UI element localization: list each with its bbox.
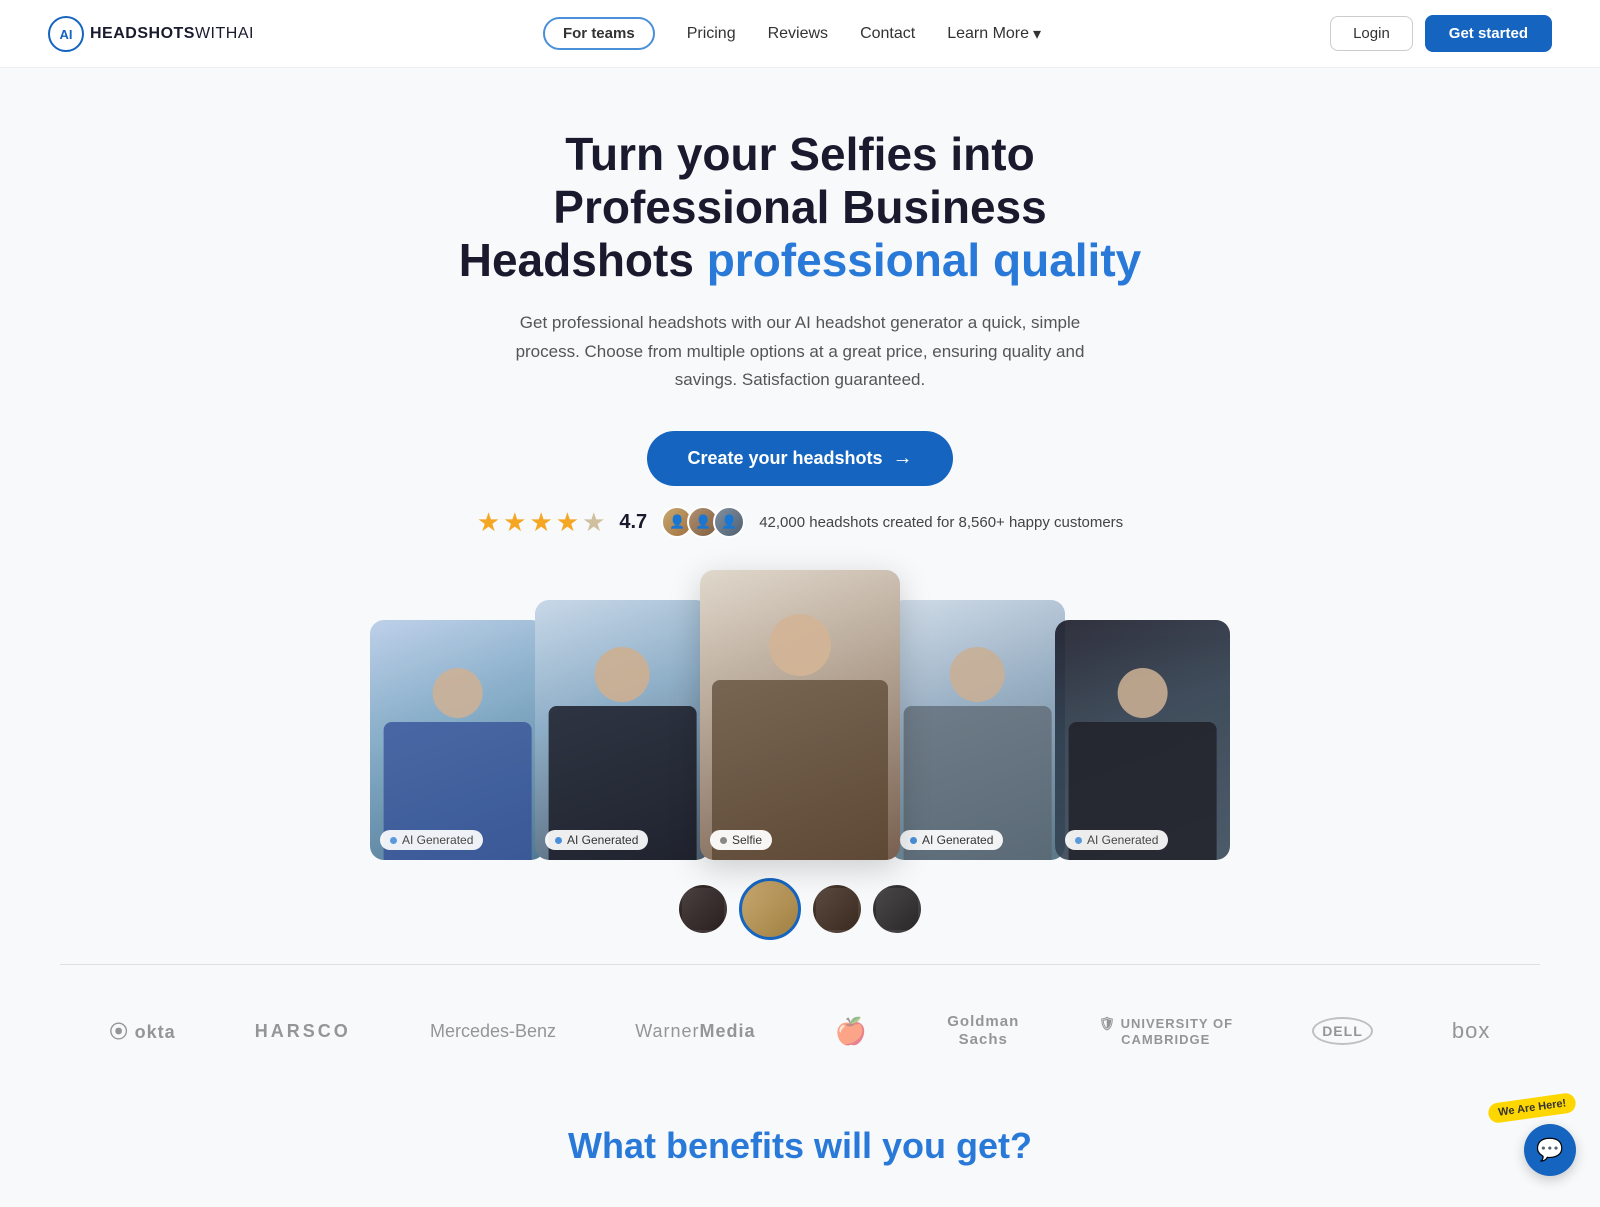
hero-title-line2: Headshots xyxy=(459,234,707,286)
brand-dell: DELL xyxy=(1312,1017,1373,1045)
avatar-3: 👤 xyxy=(713,506,745,538)
nav-contact[interactable]: Contact xyxy=(860,25,915,43)
create-headshots-button[interactable]: Create your headshots → xyxy=(647,431,952,486)
star-1: ★ xyxy=(477,507,500,538)
photo-label-1: AI Generated xyxy=(380,830,483,850)
photo-card-5: AI Generated xyxy=(1055,620,1230,860)
hero-subtitle: Get professional headshots with our AI h… xyxy=(510,309,1090,396)
brand-apple: 🍎 xyxy=(835,1016,868,1047)
photo-label-4: AI Generated xyxy=(900,830,1003,850)
photo-card-2: AI Generated xyxy=(535,600,710,860)
svg-text:AI: AI xyxy=(60,27,73,42)
thumb-4[interactable] xyxy=(873,885,921,933)
section-heading: What benefits will you get? xyxy=(0,1093,1600,1167)
chat-widget: We Are Here! 💬 xyxy=(1488,1098,1576,1176)
customer-avatars: 👤 👤 👤 xyxy=(661,506,745,538)
thumb-3[interactable] xyxy=(813,885,861,933)
bottom-section: What benefits will you get? xyxy=(0,1073,1600,1207)
photo-card-center: Selfie xyxy=(700,570,900,860)
selfie-dot xyxy=(720,837,727,844)
logo-headshots: HEADSHOTS xyxy=(90,25,195,42)
photo-label-5: AI Generated xyxy=(1065,830,1168,850)
brand-harsco: HARSCO xyxy=(255,1021,351,1042)
star-3: ★ xyxy=(529,507,552,538)
brand-warnermedia: WarnerMedia xyxy=(635,1021,755,1042)
hero-title-line1: Turn your Selfies into Professional Busi… xyxy=(553,128,1046,233)
rating-number: 4.7 xyxy=(619,511,647,534)
nav-pricing[interactable]: Pricing xyxy=(687,25,736,43)
photo-card-4: AI Generated xyxy=(890,600,1065,860)
chat-icon: 💬 xyxy=(1536,1137,1563,1163)
nav-links: For teams Pricing Reviews Contact Learn … xyxy=(543,17,1041,50)
brand-okta: ⦿ okta xyxy=(110,1018,176,1044)
brand-box: box xyxy=(1452,1018,1490,1044)
nav-reviews[interactable]: Reviews xyxy=(768,25,828,43)
cta-label: Create your headshots xyxy=(687,448,882,469)
navigation: AI HEADSHOTSWITHAI For teams Pricing Rev… xyxy=(0,0,1600,68)
thumb-2[interactable] xyxy=(739,878,801,940)
login-button[interactable]: Login xyxy=(1330,16,1413,51)
chat-button[interactable]: 💬 xyxy=(1524,1124,1576,1176)
brand-cambridge: 🛡 UNIVERSITY OFCAMBRIDGE xyxy=(1098,1016,1233,1047)
logo[interactable]: AI HEADSHOTSWITHAI xyxy=(48,16,254,52)
brands-section: ⦿ okta HARSCO Mercedes-Benz WarnerMedia … xyxy=(0,989,1600,1073)
hero-section: Turn your Selfies into Professional Busi… xyxy=(0,68,1600,940)
ai-dot-4 xyxy=(910,837,917,844)
hero-title-blue: professional quality xyxy=(707,234,1142,286)
carousel-thumbs xyxy=(20,878,1580,940)
get-started-button[interactable]: Get started xyxy=(1425,15,1552,52)
ai-dot-5 xyxy=(1075,837,1082,844)
logo-icon: AI xyxy=(48,16,84,52)
nav-learn-more[interactable]: Learn More ▾ xyxy=(947,24,1041,44)
arrow-icon: → xyxy=(893,447,913,470)
nav-for-teams[interactable]: For teams xyxy=(543,17,655,50)
logo-withai: WITHAI xyxy=(195,25,254,42)
star-4: ★ xyxy=(556,507,579,538)
brands-divider xyxy=(60,964,1540,965)
ai-dot-2 xyxy=(555,837,562,844)
star-2: ★ xyxy=(503,507,526,538)
photo-label-2: AI Generated xyxy=(545,830,648,850)
rating-row: ★ ★ ★ ★ ★ 4.7 👤 👤 👤 42,000 headshots cre… xyxy=(20,506,1580,538)
nav-actions: Login Get started xyxy=(1330,15,1552,52)
hero-title: Turn your Selfies into Professional Busi… xyxy=(450,128,1150,287)
thumb-1[interactable] xyxy=(679,885,727,933)
photo-card-1: AI Generated xyxy=(370,620,545,860)
photo-label-center: Selfie xyxy=(710,830,772,850)
ai-dot-1 xyxy=(390,837,397,844)
headshot-gallery: AI Generated AI Generated Selfie xyxy=(250,570,1350,860)
brand-goldman: GoldmanSachs xyxy=(947,1013,1019,1049)
brand-mercedes: Mercedes-Benz xyxy=(430,1021,556,1042)
rating-text: 42,000 headshots created for 8,560+ happ… xyxy=(759,514,1123,531)
star-5-half: ★ xyxy=(582,507,605,538)
chevron-down-icon: ▾ xyxy=(1033,24,1041,44)
star-rating: ★ ★ ★ ★ ★ xyxy=(477,507,606,538)
